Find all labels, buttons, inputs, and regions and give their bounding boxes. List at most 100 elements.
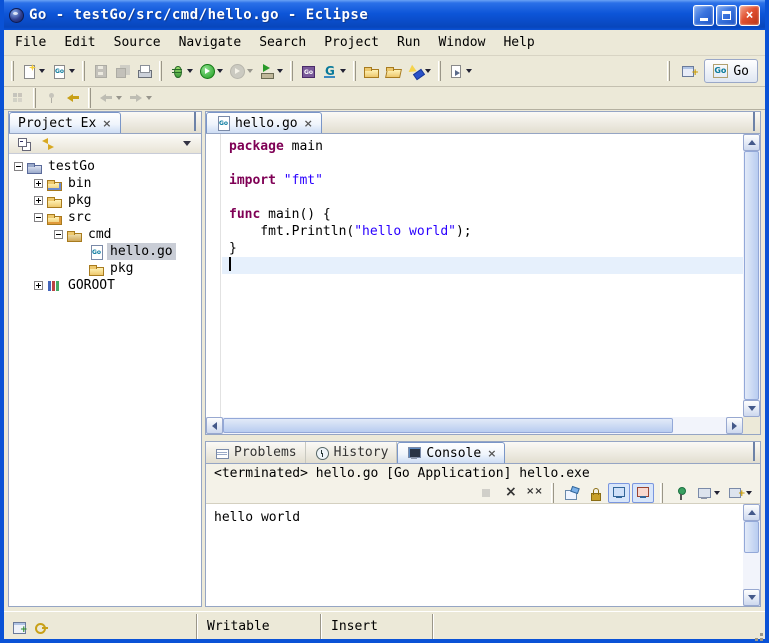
scrollbar-thumb[interactable]: [744, 521, 759, 553]
expand-icon[interactable]: [34, 196, 43, 205]
expand-icon[interactable]: [34, 281, 43, 290]
scrollbar-thumb[interactable]: [744, 151, 759, 400]
menu-file[interactable]: File: [6, 32, 55, 53]
pin-editor-button[interactable]: [40, 86, 62, 110]
maximize-view-button[interactable]: [753, 115, 755, 130]
close-icon[interactable]: ×: [487, 447, 496, 460]
go-package-button[interactable]: [297, 59, 319, 83]
code-line[interactable]: [222, 155, 743, 172]
perspective-label: Go: [733, 64, 749, 79]
external-tools-button[interactable]: [256, 59, 286, 83]
fast-view-icon[interactable]: [11, 619, 27, 635]
clear-console-button[interactable]: [560, 483, 582, 503]
close-button[interactable]: ×: [739, 5, 760, 26]
menu-project[interactable]: Project: [315, 32, 388, 53]
open-console-button[interactable]: [725, 483, 755, 503]
tab-problems[interactable]: Problems: [206, 442, 306, 463]
collapse-icon[interactable]: [34, 213, 43, 222]
run-button[interactable]: [196, 59, 226, 83]
link-with-editor-button[interactable]: [37, 135, 59, 153]
menu-source[interactable]: Source: [105, 32, 170, 53]
code-line[interactable]: fmt.Println("hello world");: [222, 223, 743, 240]
expand-icon[interactable]: [34, 179, 43, 188]
maximize-view-button[interactable]: [194, 115, 196, 130]
tab-hello-go[interactable]: hello.go ×: [206, 112, 322, 133]
pin-console-button[interactable]: [669, 483, 691, 503]
menu-search[interactable]: Search: [250, 32, 315, 53]
menu-navigate[interactable]: Navigate: [170, 32, 251, 53]
search-button[interactable]: [404, 59, 434, 83]
scroll-up-button[interactable]: [743, 134, 760, 151]
new-wizard-button[interactable]: [18, 59, 48, 83]
scroll-left-button[interactable]: [206, 417, 223, 434]
tab-history[interactable]: History: [306, 442, 398, 463]
code-area[interactable]: package main import "fmt" func main() { fm…: [222, 134, 743, 417]
tab-project-explorer[interactable]: Project Ex ×: [9, 112, 121, 133]
code-line[interactable]: import "fmt": [222, 172, 743, 189]
go-perspective-button[interactable]: Go: [704, 59, 758, 83]
scroll-lock-button[interactable]: [584, 483, 606, 503]
menu-edit[interactable]: Edit: [55, 32, 104, 53]
editor-vertical-scrollbar[interactable]: [743, 134, 760, 417]
remove-launch-button[interactable]: [499, 483, 521, 503]
tree-item-goroot[interactable]: GOROOT: [9, 277, 201, 294]
annotation-next-button[interactable]: [445, 59, 475, 83]
show-stdout-button[interactable]: [608, 483, 630, 503]
tree-item-cmd[interactable]: cmd: [9, 226, 201, 243]
code-line[interactable]: }: [222, 240, 743, 257]
close-icon[interactable]: ×: [102, 117, 111, 130]
save-all-button[interactable]: [111, 59, 133, 83]
collapse-icon[interactable]: [14, 162, 23, 171]
tree-item-pkg[interactable]: pkg: [9, 192, 201, 209]
edit-grid-button[interactable]: [7, 86, 29, 110]
title-bar[interactable]: Go - testGo/src/cmd/hello.go - Eclipse ×: [4, 0, 765, 30]
minimize-button[interactable]: [693, 5, 714, 26]
tree-item-src[interactable]: src: [9, 209, 201, 226]
print-button[interactable]: [133, 59, 155, 83]
code-line[interactable]: func main() {: [222, 206, 743, 223]
console-output-area[interactable]: hello world: [206, 504, 760, 606]
console-vertical-scrollbar[interactable]: [743, 504, 760, 606]
open-plugin-button[interactable]: [360, 59, 382, 83]
tree-item-pkg[interactable]: pkg: [9, 260, 201, 277]
open-perspective-button[interactable]: [678, 59, 700, 83]
new-go-element-button[interactable]: [48, 59, 78, 83]
go-app-button[interactable]: [319, 59, 349, 83]
scroll-right-button[interactable]: [726, 417, 743, 434]
close-icon[interactable]: ×: [304, 117, 313, 130]
resize-grip[interactable]: [749, 614, 765, 639]
key-icon[interactable]: [33, 619, 49, 635]
scrollbar-thumb[interactable]: [223, 418, 673, 433]
menu-window[interactable]: Window: [429, 32, 494, 53]
save-button[interactable]: [89, 59, 111, 83]
tab-console[interactable]: Console×: [397, 442, 505, 463]
scroll-down-button[interactable]: [743, 400, 760, 417]
open-folder-button[interactable]: [382, 59, 404, 83]
pin-console-icon: [672, 485, 688, 501]
code-line[interactable]: package main: [222, 138, 743, 155]
forward-button[interactable]: [125, 86, 155, 110]
maximize-button[interactable]: [716, 5, 737, 26]
menu-help[interactable]: Help: [494, 32, 543, 53]
run-last-button[interactable]: [226, 59, 256, 83]
code-line[interactable]: [222, 257, 743, 274]
last-edit-button[interactable]: [62, 86, 84, 110]
maximize-view-button[interactable]: [753, 445, 755, 460]
scroll-down-button[interactable]: [743, 589, 760, 606]
code-line[interactable]: [222, 189, 743, 206]
tree-item-testgo[interactable]: testGo: [9, 158, 201, 175]
editor-horizontal-scrollbar[interactable]: [206, 417, 743, 434]
back-button[interactable]: [95, 86, 125, 110]
tree-item-bin[interactable]: bin: [9, 175, 201, 192]
collapse-icon[interactable]: [54, 230, 63, 239]
remove-all-launches-button[interactable]: [523, 483, 545, 503]
scroll-up-button[interactable]: [743, 504, 760, 521]
debug-button[interactable]: [166, 59, 196, 83]
tree-item-hello-go[interactable]: hello.go: [9, 243, 201, 260]
display-console-button[interactable]: [693, 483, 723, 503]
collapse-all-button[interactable]: [13, 135, 35, 153]
show-stderr-button[interactable]: [632, 483, 654, 503]
menu-run[interactable]: Run: [388, 32, 429, 53]
terminate-button[interactable]: [475, 483, 497, 503]
view-menu-button[interactable]: [177, 135, 197, 153]
